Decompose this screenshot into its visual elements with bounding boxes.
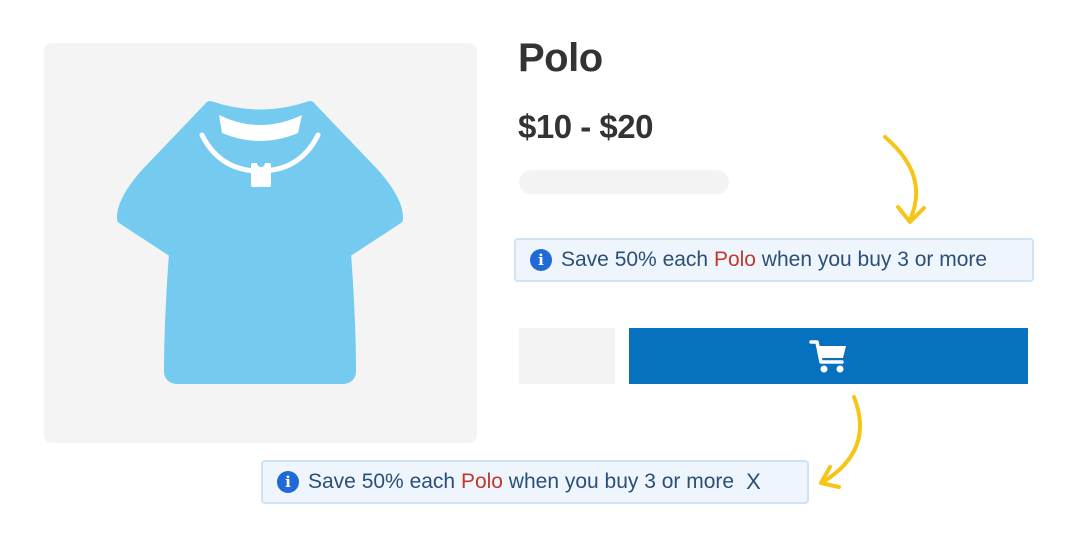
arrow-head <box>896 205 926 224</box>
placeholder-bar <box>519 170 729 194</box>
polo-shirt-icon <box>117 101 403 384</box>
offer-banner: i Save 50% each Polo when you buy 3 or m… <box>514 238 1034 282</box>
offer-text-prefix: Save 50% each <box>561 248 714 271</box>
close-icon[interactable]: X <box>746 469 761 495</box>
offer-product-highlight: Polo <box>713 248 756 271</box>
product-title: Polo <box>518 36 603 80</box>
product-price: $10 - $20 <box>518 108 653 145</box>
offer-banner-dismissible: i Save 50% each Polo when you buy 3 or m… <box>261 460 809 504</box>
info-icon: i <box>530 249 552 271</box>
arrow-down-icon <box>883 135 919 222</box>
info-icon: i <box>277 471 299 493</box>
add-to-cart-button[interactable] <box>629 328 1028 384</box>
offer-product-highlight: Polo <box>460 470 503 493</box>
offer-text-suffix: when you buy 3 or more <box>755 248 988 271</box>
cart-icon <box>808 340 846 373</box>
arrow-left-icon <box>821 395 863 484</box>
product-image <box>44 43 477 443</box>
quantity-input[interactable] <box>519 328 615 384</box>
arrow-head <box>819 465 841 489</box>
offer-text-suffix: when you buy 3 or more <box>502 470 735 493</box>
offer-text-prefix: Save 50% each <box>308 470 461 493</box>
